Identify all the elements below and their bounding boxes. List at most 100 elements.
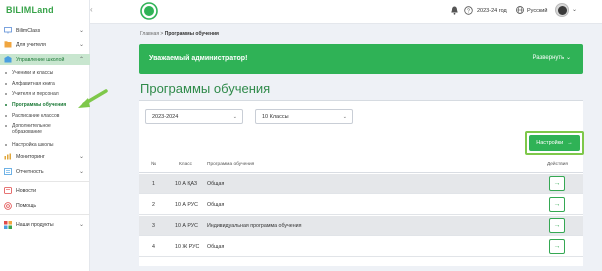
report-icon — [3, 168, 12, 176]
school-icon — [3, 56, 12, 64]
arrow-right-icon: → — [553, 222, 561, 229]
row-class: 10 А РУС — [175, 223, 198, 229]
sidebar-item-news[interactable]: Новости — [0, 185, 90, 196]
sidebar-subitem-school-settings[interactable]: Настройка школы — [5, 142, 53, 148]
class-select-value: 10 Классы — [262, 114, 289, 120]
sidebar-item-help[interactable]: Помощь — [0, 200, 90, 211]
banner-text: Уважаемый администратор! — [149, 55, 248, 62]
row-class: 10 А ҚАЗ — [175, 181, 198, 187]
divider — [0, 214, 90, 215]
chevron-down-icon: ⌄ — [78, 28, 84, 34]
row-num: 1 — [152, 181, 155, 187]
chevron-down-icon: ⌄ — [78, 169, 84, 175]
sidebar-item-label: Наши продукты — [16, 221, 54, 228]
chevron-down-icon[interactable]: ⌄ — [572, 6, 577, 13]
products-icon — [3, 220, 12, 229]
arrow-right-icon: → — [553, 201, 561, 208]
page-title: Программы обучения — [140, 81, 271, 96]
sidebar-item-school-management[interactable]: Управление школой ⌃ — [0, 54, 90, 65]
divider — [0, 181, 90, 182]
open-program-button[interactable]: → — [549, 218, 565, 233]
language-selector[interactable]: Русский — [527, 8, 547, 14]
column-header-num: № — [151, 162, 157, 167]
folder-icon — [3, 41, 12, 49]
open-program-button[interactable]: → — [549, 176, 565, 191]
sidebar-item-reports[interactable]: Отчетность ⌄ — [0, 166, 90, 177]
bell-icon[interactable] — [451, 6, 458, 17]
chevron-left-icon[interactable]: ‹ — [90, 5, 100, 14]
svg-text:?: ? — [467, 9, 470, 15]
column-header-class: Класс — [179, 162, 193, 167]
row-program: Индивидуальная программа обучения — [207, 223, 302, 229]
row-class: 10 А РУС — [175, 202, 198, 208]
monitor-icon — [3, 27, 12, 35]
sidebar-subitem-teachers[interactable]: Учителя и персонал — [5, 91, 59, 97]
year-select-value: 2023-2024 — [152, 114, 179, 120]
expand-label: Развернуть — [532, 55, 565, 61]
breadcrumb: Главная > Программы обучения — [140, 31, 219, 37]
logo[interactable]: BILIMLand — [6, 5, 54, 15]
sidebar-item-label: Мониторинг — [16, 153, 45, 160]
row-num: 3 — [152, 223, 155, 229]
class-select[interactable]: 10 Классы ⌄ — [255, 109, 353, 124]
breadcrumb-home[interactable]: Главная — [140, 31, 159, 37]
chevron-up-icon: ⌃ — [78, 57, 84, 63]
table-row: 3 10 А РУС Индивидуальная программа обуч… — [139, 216, 583, 236]
sidebar-subitem-students[interactable]: Ученики и классы — [5, 70, 53, 76]
help-icon — [3, 201, 12, 210]
chevron-down-icon: ⌄ — [78, 154, 84, 160]
news-icon — [3, 187, 12, 195]
table-row: 1 10 А ҚАЗ Общая → — [139, 174, 583, 194]
chevron-down-icon: ⌄ — [232, 114, 237, 120]
sidebar-item-teacher[interactable]: Для учителя ⌄ — [0, 39, 90, 50]
row-class: 10 Ж РУС — [175, 244, 200, 250]
arrow-right-icon: → — [567, 140, 573, 146]
sidebar-subitem-alphabet-book[interactable]: Алфавитная книга — [5, 81, 55, 87]
callout-arrow-icon — [78, 88, 108, 112]
chevron-down-icon: ⌄ — [342, 114, 347, 120]
admin-banner: Уважаемый администратор! Развернуть ⌄ — [139, 44, 583, 74]
avatar[interactable] — [555, 3, 569, 17]
sidebar-item-label: Помощь — [16, 202, 37, 209]
breadcrumb-separator: > — [160, 31, 164, 37]
arrow-right-icon: → — [553, 180, 561, 187]
open-program-button[interactable]: → — [549, 197, 565, 212]
sidebar-item-label: Управление школой — [16, 56, 65, 63]
chevron-down-icon: ⌄ — [78, 222, 84, 228]
bilimland-logo-icon — [140, 2, 158, 22]
expand-button[interactable]: Развернуть ⌄ — [532, 54, 571, 61]
table-row: 4 10 Ж РУС Общая → — [139, 237, 583, 257]
column-header-program: Программа обучения — [207, 162, 255, 167]
sidebar-subitem-extra-education[interactable]: Дополнительное образование — [5, 123, 75, 135]
row-program: Общая — [207, 181, 225, 187]
open-program-button[interactable]: → — [549, 239, 565, 254]
chevron-down-icon: ⌄ — [78, 42, 84, 48]
breadcrumb-current: Программы обучения — [164, 31, 219, 37]
chart-icon — [3, 153, 12, 161]
sidebar-subitem-programs[interactable]: Программы обучения — [5, 102, 66, 108]
year-indicator[interactable]: 2023-24 год — [477, 8, 507, 14]
settings-button[interactable]: Настройки → — [529, 135, 580, 151]
sidebar-item-monitoring[interactable]: Мониторинг ⌄ — [0, 151, 90, 162]
row-num: 4 — [152, 244, 155, 250]
sidebar-item-label: Для учителя — [16, 41, 46, 48]
column-header-actions: Действия — [547, 162, 569, 167]
help-circle-icon[interactable]: ? — [464, 6, 473, 17]
year-select[interactable]: 2023-2024 ⌄ — [145, 109, 243, 124]
sidebar-item-bilimclass[interactable]: BilimClass ⌄ — [0, 25, 90, 36]
table-header: № Класс Программа обучения Действия — [139, 157, 583, 173]
row-program: Общая — [207, 244, 225, 250]
settings-label: Настройки — [536, 140, 564, 146]
sidebar-item-label: Отчетность — [16, 168, 44, 175]
row-num: 2 — [152, 202, 155, 208]
sidebar-item-label: Новости — [16, 187, 37, 194]
row-program: Общая — [207, 202, 225, 208]
sidebar-subitem-schedule[interactable]: Расписание классов — [5, 113, 59, 119]
chevron-down-icon: ⌄ — [565, 55, 571, 61]
table-row: 2 10 А РУС Общая → — [139, 195, 583, 215]
arrow-right-icon: → — [553, 243, 561, 250]
topbar — [90, 0, 602, 24]
sidebar-item-label: BilimClass — [16, 27, 41, 34]
sidebar-item-products[interactable]: Наши продукты ⌄ — [0, 219, 90, 230]
globe-icon[interactable] — [516, 6, 524, 16]
